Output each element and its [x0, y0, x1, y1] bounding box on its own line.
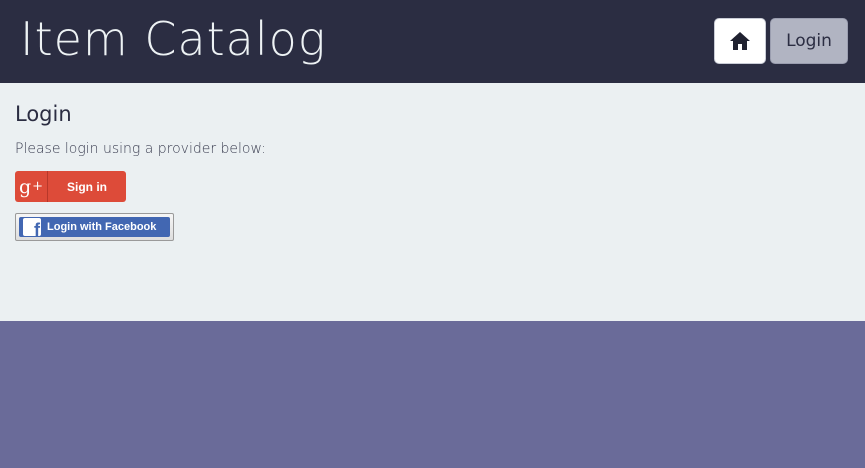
page-title: Login	[15, 102, 72, 126]
login-instructions: Please login using a provider below:	[15, 141, 266, 157]
facebook-login-inner: f Login with Facebook	[19, 217, 170, 237]
facebook-logo-letter: f	[34, 220, 40, 236]
facebook-login-label: Login with Facebook	[47, 221, 157, 233]
login-button[interactable]: Login	[770, 18, 848, 64]
facebook-login-button[interactable]: f Login with Facebook	[15, 213, 174, 241]
google-sign-in-button[interactable]: g + Sign in	[15, 171, 126, 202]
facebook-icon: f	[23, 218, 41, 236]
google-logo-plus: +	[32, 179, 44, 194]
home-icon	[730, 32, 750, 50]
google-logo-letter: g	[18, 175, 32, 198]
top-navbar: Item Catalog Login	[0, 0, 865, 83]
google-sign-in-label: Sign in	[67, 179, 107, 194]
home-button[interactable]	[714, 18, 766, 64]
site-title: Item Catalog	[20, 12, 327, 66]
google-plus-icon: g +	[15, 171, 48, 202]
page-background	[0, 321, 865, 468]
login-panel: Login Please login using a provider belo…	[0, 83, 865, 321]
